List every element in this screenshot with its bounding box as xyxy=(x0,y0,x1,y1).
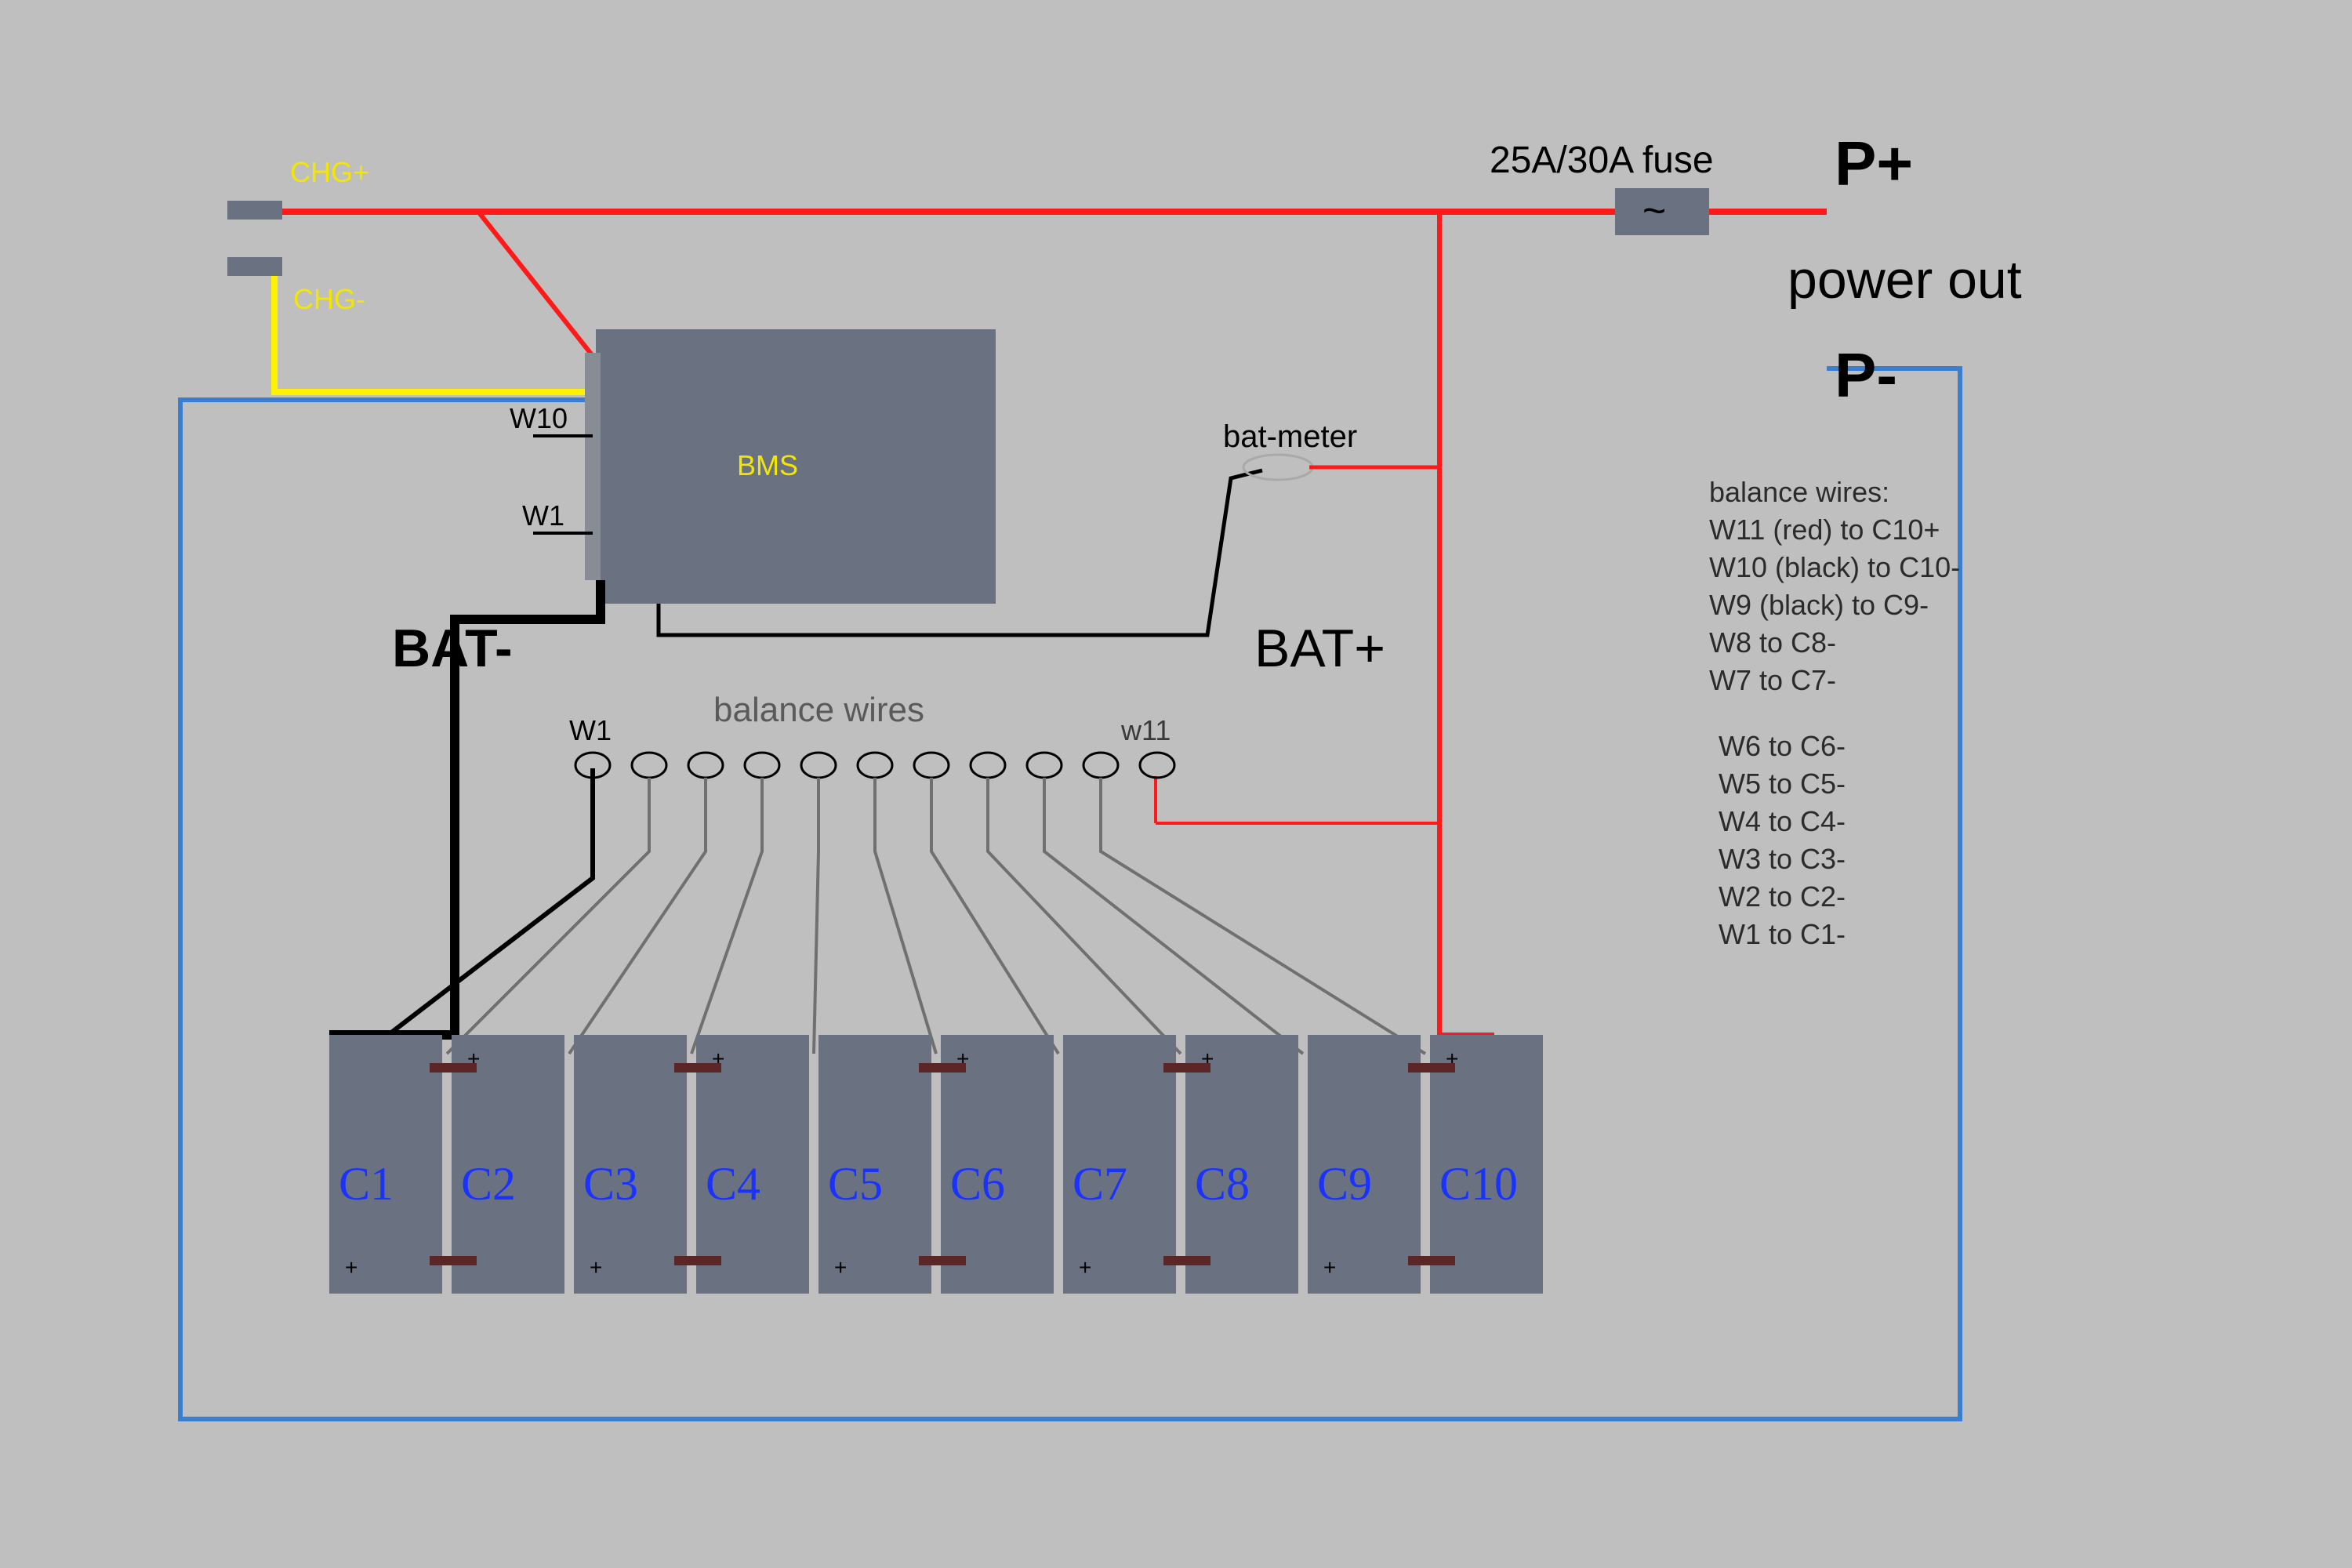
legend-line: W7 to C7- xyxy=(1709,664,1836,696)
label-w1b: W1 xyxy=(569,714,612,746)
cell-label: C5 xyxy=(828,1158,883,1210)
cell-label: C7 xyxy=(1073,1158,1127,1210)
cell-label: C6 xyxy=(950,1158,1005,1210)
cell-plus-bot: + xyxy=(590,1255,602,1279)
fuse-tilde: ~ xyxy=(1642,188,1666,234)
legend-line: W9 (black) to C9- xyxy=(1709,589,1929,621)
cell-tab-bot xyxy=(674,1256,721,1265)
cell-plus-bot: + xyxy=(834,1255,847,1279)
cell-tab-top xyxy=(1408,1063,1455,1073)
legend-line: W3 to C3- xyxy=(1719,843,1846,875)
cell-tab-bot xyxy=(1408,1256,1455,1265)
cell-tab-bot xyxy=(430,1256,477,1265)
canvas-bg xyxy=(0,0,2352,1568)
cell-label: C3 xyxy=(583,1158,638,1210)
label-chg-pos: CHG+ xyxy=(290,156,369,188)
legend-line: W8 to C8- xyxy=(1709,626,1836,659)
bms-header xyxy=(585,353,601,580)
cell-label: C1 xyxy=(339,1158,394,1210)
label-power-out: power out xyxy=(1788,250,2022,310)
label-w11: w11 xyxy=(1120,714,1171,746)
legend-line: W2 to C2- xyxy=(1719,880,1846,913)
legend-line: W11 (red) to C10+ xyxy=(1709,514,1940,546)
cell-label: C2 xyxy=(461,1158,516,1210)
cell-label: C4 xyxy=(706,1158,760,1210)
cell-tab-top xyxy=(919,1063,966,1073)
chg-neg-port xyxy=(227,257,282,276)
cell-label: C10 xyxy=(1439,1158,1518,1210)
label-balance-wires: balance wires xyxy=(713,691,924,729)
legend-line: W6 to C6- xyxy=(1719,730,1846,762)
label-chg-neg: CHG- xyxy=(293,283,365,315)
label-w10: W10 xyxy=(510,402,568,434)
label-bat-meter: bat-meter xyxy=(1223,419,1357,454)
label-w1: W1 xyxy=(522,499,564,532)
label-bms: BMS xyxy=(737,449,798,481)
cell-tab-top xyxy=(1163,1063,1210,1073)
legend-title: balance wires: xyxy=(1709,476,1889,508)
label-p-pos: P+ xyxy=(1835,129,1913,198)
cell-label: C9 xyxy=(1317,1158,1372,1210)
cell-tab-bot xyxy=(1163,1256,1210,1265)
cell-tab-top xyxy=(674,1063,721,1073)
cell-plus-bot: + xyxy=(1323,1255,1336,1279)
label-fuse: 25A/30A fuse xyxy=(1490,140,1714,181)
label-p-neg: P- xyxy=(1835,340,1897,410)
cell-tab-bot xyxy=(919,1256,966,1265)
label-bat-neg: BAT- xyxy=(392,619,513,678)
cell-label: C8 xyxy=(1195,1158,1250,1210)
legend-line: W1 to C1- xyxy=(1719,918,1846,950)
cell-plus-bot: + xyxy=(1079,1255,1091,1279)
cell-plus-bot: + xyxy=(345,1255,358,1279)
cell-tab-top xyxy=(430,1063,477,1073)
label-bat-pos: BAT+ xyxy=(1254,619,1385,678)
legend-line: W4 to C4- xyxy=(1719,805,1846,837)
legend-line: W10 (black) to C10- xyxy=(1709,551,1960,583)
chg-pos-port xyxy=(227,201,282,220)
legend-line: W5 to C5- xyxy=(1719,768,1846,800)
